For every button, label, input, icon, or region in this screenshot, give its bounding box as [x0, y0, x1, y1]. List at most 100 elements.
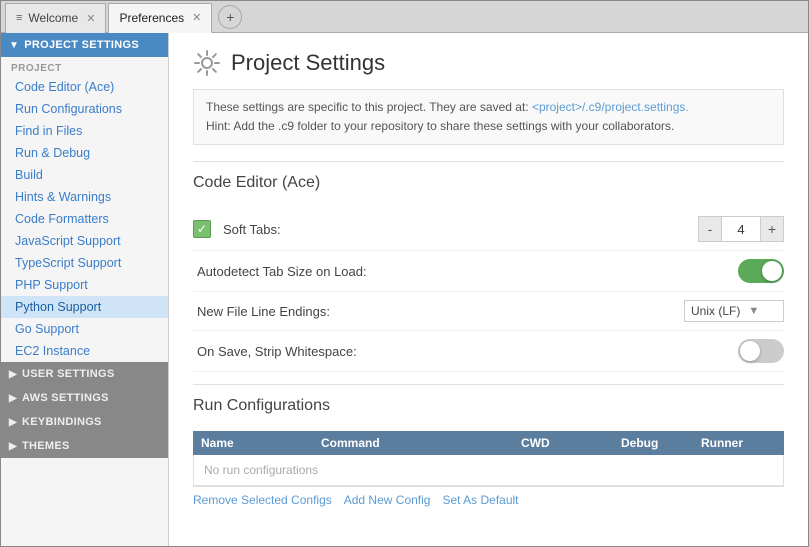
chevron-right-icon-key: ▶	[9, 417, 17, 428]
strip-whitespace-toggle[interactable]	[738, 339, 784, 363]
sidebar-item-find-in-files-label: Find in Files	[15, 124, 82, 138]
sidebar-item-php-support-label: PHP Support	[15, 278, 88, 292]
setting-row-soft-tabs: ✓ Soft Tabs: - 4 +	[193, 208, 784, 251]
sidebar-section-user-label: USER SETTINGS	[22, 368, 115, 380]
sidebar-item-typescript-support-label: TypeScript Support	[15, 256, 121, 270]
dropdown-arrow-icon: ▼	[748, 305, 759, 317]
chevron-right-icon-themes: ▶	[9, 441, 17, 452]
page-title: Project Settings	[231, 50, 385, 76]
info-text-line1: These settings are specific to this proj…	[206, 98, 771, 117]
tab-welcome-label: Welcome	[28, 11, 78, 25]
sidebar-section-header-project[interactable]: ▼ PROJECT SETTINGS	[1, 33, 168, 57]
empty-text: No run configurations	[204, 463, 318, 477]
sidebar-item-hints-warnings-label: Hints & Warnings	[15, 190, 111, 204]
tab-welcome-close[interactable]: ✕	[86, 12, 95, 25]
stepper-increment-button[interactable]: +	[761, 217, 783, 241]
line-endings-control: Unix (LF) ▼	[684, 300, 784, 322]
section-title-code-editor: Code Editor (Ace)	[193, 174, 784, 192]
page-header: Project Settings	[193, 49, 784, 77]
sidebar-item-run-configurations-label: Run Configurations	[15, 102, 122, 116]
set-as-default-link[interactable]: Set As Default	[442, 493, 518, 507]
autodetect-label: Autodetect Tab Size on Load:	[193, 264, 738, 279]
sidebar-item-build-label: Build	[15, 168, 43, 182]
info-box: These settings are specific to this proj…	[193, 89, 784, 145]
sidebar-section-header-user[interactable]: ▶ USER SETTINGS	[1, 362, 168, 386]
sidebar-item-build[interactable]: Build	[1, 164, 168, 186]
stepper-value[interactable]: 4	[721, 217, 761, 241]
tab-preferences-close[interactable]: ✕	[192, 11, 201, 24]
sidebar-section-themes: ▶ THEMES	[1, 434, 168, 458]
app-container: ≡ Welcome ✕ Preferences ✕ + ▼ PROJECT SE…	[0, 0, 809, 547]
sidebar-item-ec2-instance-label: EC2 Instance	[15, 344, 90, 358]
sidebar-item-code-formatters[interactable]: Code Formatters	[1, 208, 168, 230]
welcome-tab-icon: ≡	[16, 12, 22, 24]
sidebar-item-code-formatters-label: Code Formatters	[15, 212, 109, 226]
sidebar: ▼ PROJECT SETTINGS PROJECT Code Editor (…	[1, 33, 169, 546]
sidebar-section-header-keybindings[interactable]: ▶ KEYBINDINGS	[1, 410, 168, 434]
plus-icon: +	[768, 221, 776, 237]
autodetect-toggle[interactable]	[738, 259, 784, 283]
sidebar-item-find-in-files[interactable]: Find in Files	[1, 120, 168, 142]
tab-add-icon: +	[226, 9, 234, 25]
sidebar-item-code-editor-label: Code Editor (Ace)	[15, 80, 114, 94]
sidebar-item-run-configurations[interactable]: Run Configurations	[1, 98, 168, 120]
sidebar-item-typescript-support[interactable]: TypeScript Support	[1, 252, 168, 274]
sidebar-section-header-themes[interactable]: ▶ THEMES	[1, 434, 168, 458]
sidebar-item-javascript-support-label: JavaScript Support	[15, 234, 121, 248]
col-cwd: CWD	[521, 436, 621, 450]
tab-preferences[interactable]: Preferences ✕	[108, 3, 212, 33]
soft-tabs-label: Soft Tabs:	[219, 222, 698, 237]
info-path: <project>/.c9/project.settings.	[532, 100, 689, 114]
setting-row-strip-whitespace: On Save, Strip Whitespace:	[193, 331, 784, 372]
col-debug: Debug	[621, 436, 701, 450]
sidebar-item-php-support[interactable]: PHP Support	[1, 274, 168, 296]
col-command: Command	[321, 436, 521, 450]
soft-tabs-checkbox[interactable]: ✓	[193, 220, 211, 238]
line-endings-dropdown[interactable]: Unix (LF) ▼	[684, 300, 784, 322]
tab-add-button[interactable]: +	[218, 5, 242, 29]
minus-icon: -	[708, 221, 713, 237]
section-title-run-configurations: Run Configurations	[193, 397, 784, 415]
setting-row-autodetect: Autodetect Tab Size on Load:	[193, 251, 784, 292]
strip-whitespace-label: On Save, Strip Whitespace:	[193, 344, 738, 359]
sidebar-section-project-label: PROJECT SETTINGS	[24, 39, 139, 51]
sidebar-section-project-settings: ▼ PROJECT SETTINGS PROJECT Code Editor (…	[1, 33, 168, 362]
sidebar-section-aws-label: AWS SETTINGS	[22, 392, 109, 404]
sidebar-item-javascript-support[interactable]: JavaScript Support	[1, 230, 168, 252]
sidebar-item-go-support-label: Go Support	[15, 322, 79, 336]
sidebar-section-aws-settings: ▶ AWS SETTINGS	[1, 386, 168, 410]
tab-bar: ≡ Welcome ✕ Preferences ✕ +	[1, 1, 808, 33]
main-area: ▼ PROJECT SETTINGS PROJECT Code Editor (…	[1, 33, 808, 546]
sidebar-item-run-debug[interactable]: Run & Debug	[1, 142, 168, 164]
sidebar-section-user-settings: ▶ USER SETTINGS	[1, 362, 168, 386]
col-runner: Runner	[701, 436, 801, 450]
run-config-empty-message: No run configurations	[193, 455, 784, 486]
run-config-actions: Remove Selected Configs Add New Config S…	[193, 486, 784, 513]
sidebar-section-themes-label: THEMES	[22, 440, 70, 452]
tab-size-stepper: - 4 +	[698, 216, 784, 242]
toggle-knob	[762, 261, 782, 281]
sidebar-section-header-aws[interactable]: ▶ AWS SETTINGS	[1, 386, 168, 410]
setting-row-line-endings: New File Line Endings: Unix (LF) ▼	[193, 292, 784, 331]
strip-whitespace-control	[738, 339, 784, 363]
sidebar-item-python-support[interactable]: Python Support	[1, 296, 168, 318]
tab-welcome[interactable]: ≡ Welcome ✕	[5, 3, 106, 33]
sidebar-item-go-support[interactable]: Go Support	[1, 318, 168, 340]
sidebar-item-hints-warnings[interactable]: Hints & Warnings	[1, 186, 168, 208]
sidebar-item-run-debug-label: Run & Debug	[15, 146, 90, 160]
stepper-control: - 4 +	[698, 216, 784, 242]
sidebar-item-ec2-instance[interactable]: EC2 Instance	[1, 340, 168, 362]
remove-selected-configs-link[interactable]: Remove Selected Configs	[193, 493, 332, 507]
soft-tabs-control: ✓	[193, 220, 219, 238]
sidebar-section-keybindings: ▶ KEYBINDINGS	[1, 410, 168, 434]
line-endings-label: New File Line Endings:	[193, 304, 684, 319]
sidebar-project-items: PROJECT Code Editor (Ace) Run Configurat…	[1, 57, 168, 362]
chevron-right-icon-aws: ▶	[9, 393, 17, 404]
sidebar-item-code-editor[interactable]: Code Editor (Ace)	[1, 76, 168, 98]
info-hint: Hint: Add the .c9 folder to your reposit…	[206, 117, 771, 136]
tab-preferences-label: Preferences	[119, 11, 184, 25]
stepper-decrement-button[interactable]: -	[699, 217, 721, 241]
section-divider-1	[193, 161, 784, 162]
add-new-config-link[interactable]: Add New Config	[344, 493, 431, 507]
sidebar-section-keybindings-label: KEYBINDINGS	[22, 416, 102, 428]
